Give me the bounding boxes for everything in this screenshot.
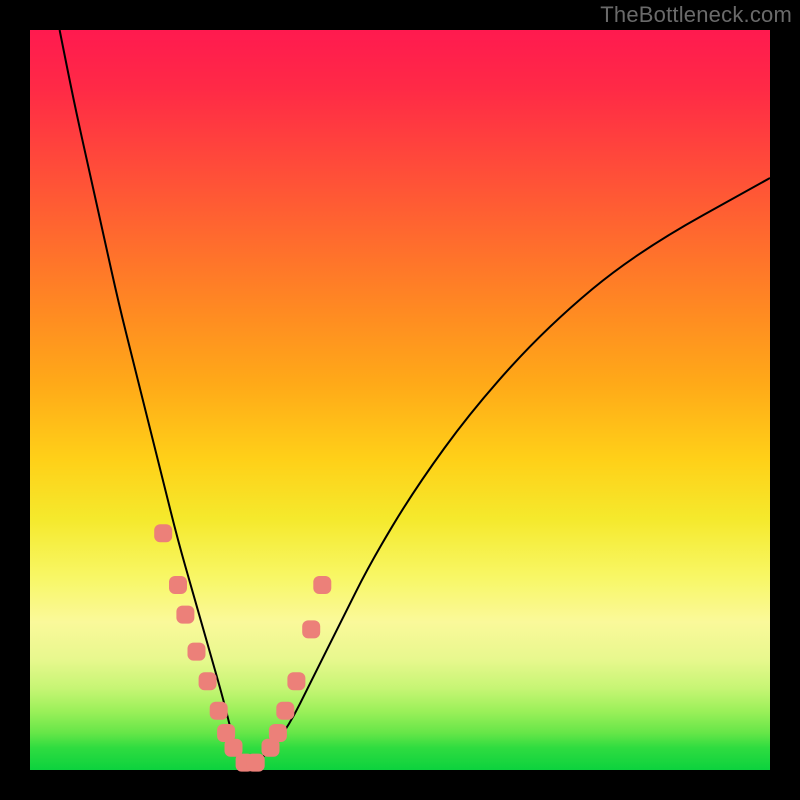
marker-point <box>154 524 172 542</box>
marker-point <box>169 576 187 594</box>
marker-point <box>276 702 294 720</box>
marker-point <box>302 620 320 638</box>
marker-point <box>199 672 217 690</box>
marker-point <box>176 606 194 624</box>
marker-point <box>188 643 206 661</box>
chart-frame: TheBottleneck.com <box>0 0 800 800</box>
highlighted-points <box>154 524 331 771</box>
marker-point <box>269 724 287 742</box>
plot-area <box>30 30 770 770</box>
watermark-text: TheBottleneck.com <box>600 2 792 28</box>
marker-point <box>287 672 305 690</box>
marker-point <box>247 754 265 772</box>
marker-point <box>313 576 331 594</box>
marker-point <box>210 702 228 720</box>
curve-layer <box>30 30 770 770</box>
bottleneck-curve <box>60 30 770 763</box>
